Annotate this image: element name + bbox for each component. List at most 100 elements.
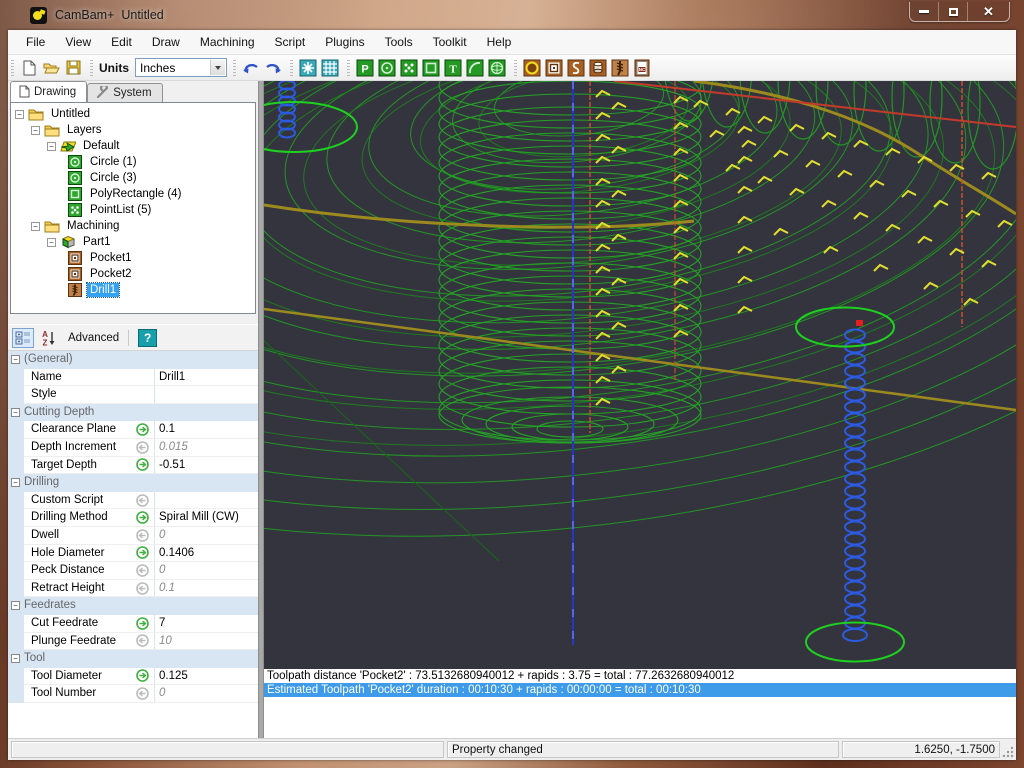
category-row-cutting-depth[interactable]: − Cutting Depth <box>8 404 258 422</box>
menu-item-tools[interactable]: Tools <box>375 31 423 53</box>
property-value[interactable]: 0.1406 <box>154 545 258 563</box>
property-value[interactable]: 10 <box>154 633 258 651</box>
post-process-button[interactable]: NC <box>631 57 653 79</box>
value-default-icon[interactable] <box>136 633 154 651</box>
tree-item-layers[interactable]: − Layers <box>11 122 255 138</box>
menu-item-toolkit[interactable]: Toolkit <box>423 31 477 53</box>
menu-item-machining[interactable]: Machining <box>190 31 265 53</box>
value-default-icon[interactable] <box>136 580 154 598</box>
lathe-mop-button[interactable] <box>587 57 609 79</box>
tree-item-circle-1[interactable]: Circle (1) <box>11 154 255 170</box>
menu-item-plugins[interactable]: Plugins <box>315 31 374 53</box>
tree-item-machining[interactable]: − Machining <box>11 218 255 234</box>
property-value[interactable]: 0.125 <box>154 668 258 686</box>
circle-geometry-icon <box>67 171 83 185</box>
collapse-toggle-icon[interactable]: − <box>11 601 20 610</box>
open-file-button[interactable] <box>40 57 62 79</box>
tab-drawing[interactable]: Drawing <box>10 81 87 102</box>
value-default-icon[interactable] <box>136 527 154 545</box>
menu-item-edit[interactable]: Edit <box>101 31 142 53</box>
property-value[interactable]: -0.51 <box>154 457 258 475</box>
minimize-button[interactable] <box>910 2 939 21</box>
tree-item-circle-3[interactable]: Circle (3) <box>11 170 255 186</box>
collapse-toggle-icon[interactable]: − <box>11 408 20 417</box>
collapse-toggle-icon[interactable]: − <box>31 222 40 231</box>
tree-item-part1[interactable]: − Part1 <box>11 234 255 250</box>
tree-item-polyrectangle[interactable]: PolyRectangle (4) <box>11 186 255 202</box>
engrave-mop-button[interactable] <box>565 57 587 79</box>
value-set-icon[interactable] <box>136 457 154 475</box>
tree-item-pointlist[interactable]: PointList (5) <box>11 202 255 218</box>
property-value[interactable] <box>154 386 258 404</box>
collapse-toggle-icon[interactable]: − <box>47 142 56 151</box>
help-button[interactable]: ? <box>138 329 157 347</box>
collapse-toggle-icon[interactable]: − <box>11 478 20 487</box>
tree-item-default-layer[interactable]: − Default <box>11 138 255 154</box>
draw-surface-button[interactable] <box>486 57 508 79</box>
units-select[interactable]: Inches <box>135 58 227 77</box>
maximize-button[interactable] <box>939 2 968 21</box>
draw-circle-button[interactable] <box>376 57 398 79</box>
draw-arc-button[interactable] <box>464 57 486 79</box>
tree-item-pocket2[interactable]: Pocket2 <box>11 266 255 282</box>
snap-to-grid-button[interactable] <box>297 57 319 79</box>
property-value[interactable]: Drill1 <box>154 369 258 387</box>
toolpath-viewport-canvas[interactable] <box>264 81 1016 669</box>
value-set-icon[interactable] <box>136 615 154 633</box>
property-value[interactable]: 0 <box>154 562 258 580</box>
property-value[interactable]: 0.1 <box>154 421 258 439</box>
property-value[interactable]: 0 <box>154 685 258 703</box>
drill-mop-button[interactable] <box>609 57 631 79</box>
menu-item-file[interactable]: File <box>16 31 55 53</box>
profile-mop-button[interactable] <box>521 57 543 79</box>
undo-button[interactable] <box>240 57 262 79</box>
draw-rectangle-button[interactable] <box>420 57 442 79</box>
property-value[interactable]: 7 <box>154 615 258 633</box>
tab-system[interactable]: System <box>87 83 162 102</box>
menu-item-script[interactable]: Script <box>265 31 316 53</box>
new-file-button[interactable] <box>18 57 40 79</box>
draw-point-list-button[interactable] <box>398 57 420 79</box>
toolpath-duration-message[interactable]: Estimated Toolpath 'Pocket2' duration : … <box>264 683 1016 697</box>
property-value[interactable]: 0.015 <box>154 439 258 457</box>
menu-item-help[interactable]: Help <box>477 31 522 53</box>
menu-item-draw[interactable]: Draw <box>142 31 190 53</box>
tree-item-untitled[interactable]: − Untitled <box>11 106 255 122</box>
show-grid-button[interactable] <box>319 57 341 79</box>
collapse-toggle-icon[interactable]: − <box>47 238 56 247</box>
alphabetical-sort-button[interactable]: AZ <box>38 328 60 348</box>
value-default-icon[interactable] <box>136 685 154 703</box>
property-value[interactable]: 0.1 <box>154 580 258 598</box>
value-set-icon[interactable] <box>136 668 154 686</box>
category-row-feedrates[interactable]: − Feedrates <box>8 597 258 615</box>
collapse-toggle-icon[interactable]: − <box>15 110 24 119</box>
tree-item-pocket1[interactable]: Pocket1 <box>11 250 255 266</box>
redo-button[interactable] <box>262 57 284 79</box>
menu-item-view[interactable]: View <box>55 31 101 53</box>
draw-polyline-button[interactable]: P <box>354 57 376 79</box>
category-row-tool[interactable]: − Tool <box>8 650 258 668</box>
resize-grip[interactable] <box>1000 741 1014 758</box>
value-default-icon[interactable] <box>136 439 154 457</box>
tree-item-drill1[interactable]: Drill1 <box>11 282 255 298</box>
category-row-drilling[interactable]: − Drilling <box>8 474 258 492</box>
value-default-icon[interactable] <box>136 492 154 510</box>
close-button[interactable]: ✕ <box>968 2 1009 21</box>
value-set-icon[interactable] <box>136 545 154 563</box>
collapse-toggle-icon[interactable]: − <box>11 355 20 364</box>
value-set-icon[interactable] <box>136 509 154 527</box>
collapse-toggle-icon[interactable]: − <box>31 126 40 135</box>
property-value[interactable]: 0 <box>154 527 258 545</box>
save-file-button[interactable] <box>62 57 84 79</box>
value-set-icon[interactable] <box>136 421 154 439</box>
collapse-toggle-icon[interactable]: − <box>11 654 20 663</box>
category-row-general[interactable]: − (General) <box>8 351 258 369</box>
pocket-mop-button[interactable] <box>543 57 565 79</box>
advanced-button[interactable]: Advanced <box>68 332 119 344</box>
toolpath-distance-message[interactable]: Toolpath distance 'Pocket2' : 73.5132680… <box>264 669 1016 683</box>
draw-text-button[interactable]: T <box>442 57 464 79</box>
value-default-icon[interactable] <box>136 562 154 580</box>
property-value[interactable]: Spiral Mill (CW) <box>154 509 258 527</box>
property-value[interactable] <box>154 492 258 510</box>
categorized-view-button[interactable] <box>12 328 34 348</box>
